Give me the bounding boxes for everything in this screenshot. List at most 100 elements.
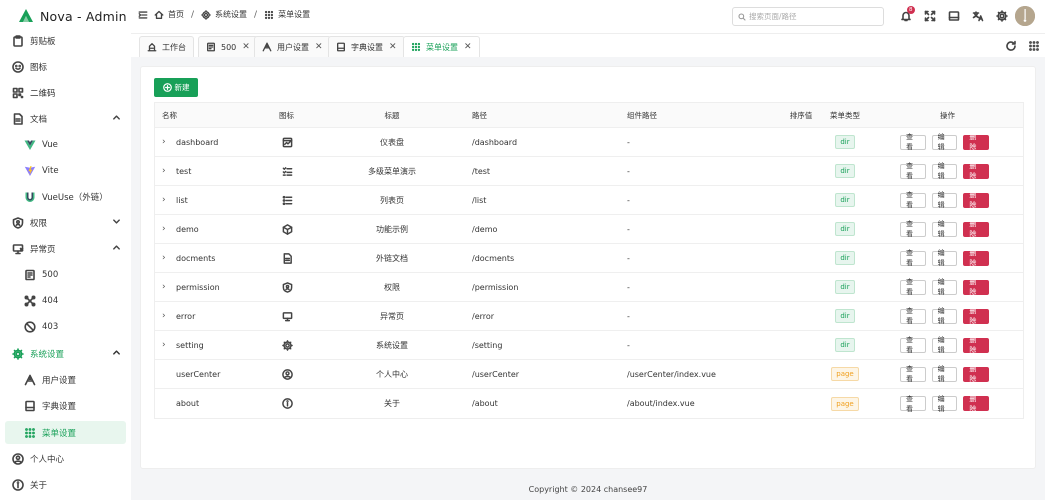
list-icon bbox=[282, 195, 293, 205]
reload-button[interactable] bbox=[1005, 40, 1017, 52]
fullscreen-button[interactable] bbox=[924, 10, 936, 22]
table-row[interactable]: userCenter 个人中心/userCenter/userCenter/ind… bbox=[155, 360, 1023, 389]
delete-button[interactable]: 删除 bbox=[963, 191, 990, 209]
view-button[interactable]: 查看 bbox=[900, 249, 926, 267]
close-icon[interactable]: ✕ bbox=[389, 42, 397, 52]
edit-button[interactable]: 编辑 bbox=[931, 307, 958, 325]
sidebar-item-docs[interactable]: 文档 bbox=[5, 107, 126, 130]
view-button[interactable]: 查看 bbox=[900, 220, 926, 238]
delete-button[interactable]: 删除 bbox=[963, 395, 990, 413]
breadcrumb-item-home[interactable]: 首页 bbox=[154, 9, 184, 20]
sidebar-item-user-settings[interactable]: 用户设置 bbox=[5, 368, 126, 391]
chevron-right-icon[interactable]: › bbox=[162, 340, 172, 350]
sidebar-item-error[interactable]: 异常页 bbox=[5, 237, 126, 260]
info-icon bbox=[282, 398, 293, 409]
sidebar-item-dict-settings[interactable]: 字典设置 bbox=[5, 394, 126, 417]
delete-button[interactable]: 删除 bbox=[963, 365, 990, 383]
layout-button[interactable] bbox=[948, 10, 960, 22]
tab-dict-settings[interactable]: 字典设置 ✕ bbox=[328, 36, 405, 57]
chevron-right-icon[interactable]: › bbox=[162, 224, 172, 234]
tab-500[interactable]: 500 ✕ bbox=[198, 36, 258, 57]
edit-button[interactable]: 编辑 bbox=[931, 395, 958, 413]
table-row[interactable]: › dashboard 仪表盘/dashboard - dir 查看 编辑 删除 bbox=[155, 128, 1023, 157]
chevron-right-icon[interactable]: › bbox=[162, 137, 172, 147]
table-row[interactable]: › test 多级菜单演示/test - dir 查看 编辑 删除 bbox=[155, 157, 1023, 186]
app-logo[interactable]: Nova - Admin bbox=[18, 6, 127, 26]
new-button[interactable]: 新建 bbox=[154, 78, 198, 97]
sidebar-item-500[interactable]: 500 bbox=[5, 263, 126, 286]
sidebar-item-404[interactable]: 404 bbox=[5, 289, 126, 312]
table-row[interactable]: › setting 系统设置/setting - dir 查看 编辑 删除 bbox=[155, 331, 1023, 360]
edit-button[interactable]: 编辑 bbox=[931, 162, 958, 180]
server-icon bbox=[25, 269, 35, 280]
chevron-right-icon[interactable]: › bbox=[162, 195, 172, 205]
view-button[interactable]: 查看 bbox=[900, 162, 926, 180]
view-button[interactable]: 查看 bbox=[900, 365, 926, 383]
tab-options-button[interactable] bbox=[1028, 40, 1040, 52]
close-icon[interactable]: ✕ bbox=[315, 42, 323, 52]
sidebar-item-settings[interactable]: 系统设置 bbox=[5, 342, 126, 365]
language-button[interactable] bbox=[972, 10, 984, 22]
table-row[interactable]: › demo 功能示例/demo - dir 查看 编辑 删除 bbox=[155, 215, 1023, 244]
chevron-right-icon[interactable]: › bbox=[162, 253, 172, 263]
chevron-right-icon[interactable]: › bbox=[162, 282, 172, 292]
delete-button[interactable]: 删除 bbox=[963, 249, 990, 267]
sidebar-item-label: 系统设置 bbox=[30, 349, 65, 360]
view-button[interactable]: 查看 bbox=[900, 307, 926, 325]
edit-button[interactable]: 编辑 bbox=[931, 278, 958, 296]
view-button[interactable]: 查看 bbox=[900, 278, 926, 296]
edit-button[interactable]: 编辑 bbox=[931, 191, 958, 209]
edit-button[interactable]: 编辑 bbox=[931, 365, 958, 383]
sidebar-item-user-center[interactable]: 个人中心 bbox=[5, 447, 126, 470]
cell-type: dir bbox=[825, 244, 865, 272]
breadcrumb-item-settings[interactable]: 系统设置 bbox=[201, 9, 247, 20]
cell-path: /about bbox=[472, 399, 498, 408]
sidebar-item-vue[interactable]: Vue bbox=[5, 133, 126, 156]
sidebar-item-about[interactable]: 关于 bbox=[5, 473, 126, 496]
avatar[interactable] bbox=[1015, 6, 1035, 26]
sidebar-item-qrcode[interactable]: 二维码 bbox=[5, 81, 126, 104]
search-input[interactable] bbox=[749, 12, 879, 21]
sidebar-item-vueuse[interactable]: VueUse（外链） bbox=[5, 185, 126, 208]
breadcrumb-separator: / bbox=[254, 9, 258, 20]
delete-button[interactable]: 删除 bbox=[963, 336, 990, 354]
delete-button[interactable]: 删除 bbox=[963, 133, 990, 151]
sidebar-item-vite[interactable]: Vite bbox=[5, 159, 126, 182]
sidebar-item-icons[interactable]: 图标 bbox=[5, 55, 126, 78]
breadcrumb-item-menu[interactable]: 菜单设置 bbox=[264, 9, 310, 20]
tab-workbench[interactable]: 工作台 bbox=[139, 36, 194, 57]
chevron-right-icon[interactable]: › bbox=[162, 311, 172, 321]
table-row[interactable]: › permission 权限/permission - dir 查看 编辑 删除 bbox=[155, 273, 1023, 302]
edit-button[interactable]: 编辑 bbox=[931, 336, 958, 354]
sidebar-item-permission[interactable]: 权限 bbox=[5, 211, 126, 234]
table-row[interactable]: about 关于/about/about/index.vue page 查看 编辑 删除 bbox=[155, 389, 1023, 418]
table-row[interactable]: › error 异常页/error - dir 查看 编辑 删除 bbox=[155, 302, 1023, 331]
view-button[interactable]: 查看 bbox=[900, 395, 926, 413]
close-icon[interactable]: ✕ bbox=[464, 42, 472, 52]
edit-button[interactable]: 编辑 bbox=[931, 220, 958, 238]
close-icon[interactable]: ✕ bbox=[242, 42, 250, 52]
menu-fold-icon[interactable] bbox=[138, 10, 148, 20]
content-card: 新建 名称 图标 标题 路径 组件路径 排序值 菜单类型 操作 › dashboa… bbox=[140, 66, 1036, 469]
tab-menu-settings[interactable]: 菜单设置 ✕ bbox=[403, 36, 480, 57]
delete-button[interactable]: 删除 bbox=[963, 162, 990, 180]
sidebar-item-menu-settings[interactable]: 菜单设置 bbox=[5, 421, 126, 444]
view-button[interactable]: 查看 bbox=[900, 336, 926, 354]
sidebar-item-clipboard[interactable]: 剪贴板 bbox=[5, 29, 126, 52]
delete-button[interactable]: 删除 bbox=[963, 278, 990, 296]
delete-button[interactable]: 删除 bbox=[963, 307, 990, 325]
search-box[interactable] bbox=[732, 7, 884, 26]
view-button[interactable]: 查看 bbox=[900, 191, 926, 209]
sidebar-item-403[interactable]: 403 bbox=[5, 315, 126, 338]
settings-button[interactable] bbox=[996, 10, 1008, 22]
edit-button[interactable]: 编辑 bbox=[931, 133, 958, 151]
table-row[interactable]: › docments 外链文档/docments - dir 查看 编辑 删除 bbox=[155, 244, 1023, 273]
edit-button[interactable]: 编辑 bbox=[931, 249, 958, 267]
delete-button[interactable]: 删除 bbox=[963, 220, 990, 238]
sidebar: Nova - Admin 剪贴板 图标 二维码 文档 Vue Vite VueU… bbox=[0, 0, 131, 500]
table-row[interactable]: › list 列表页/list - dir 查看 编辑 删除 bbox=[155, 186, 1023, 215]
view-button[interactable]: 查看 bbox=[900, 133, 926, 151]
tab-user-settings[interactable]: 用户设置 ✕ bbox=[254, 36, 331, 57]
chevron-right-icon[interactable]: › bbox=[162, 166, 172, 176]
notification-button[interactable]: 8 bbox=[900, 6, 915, 22]
